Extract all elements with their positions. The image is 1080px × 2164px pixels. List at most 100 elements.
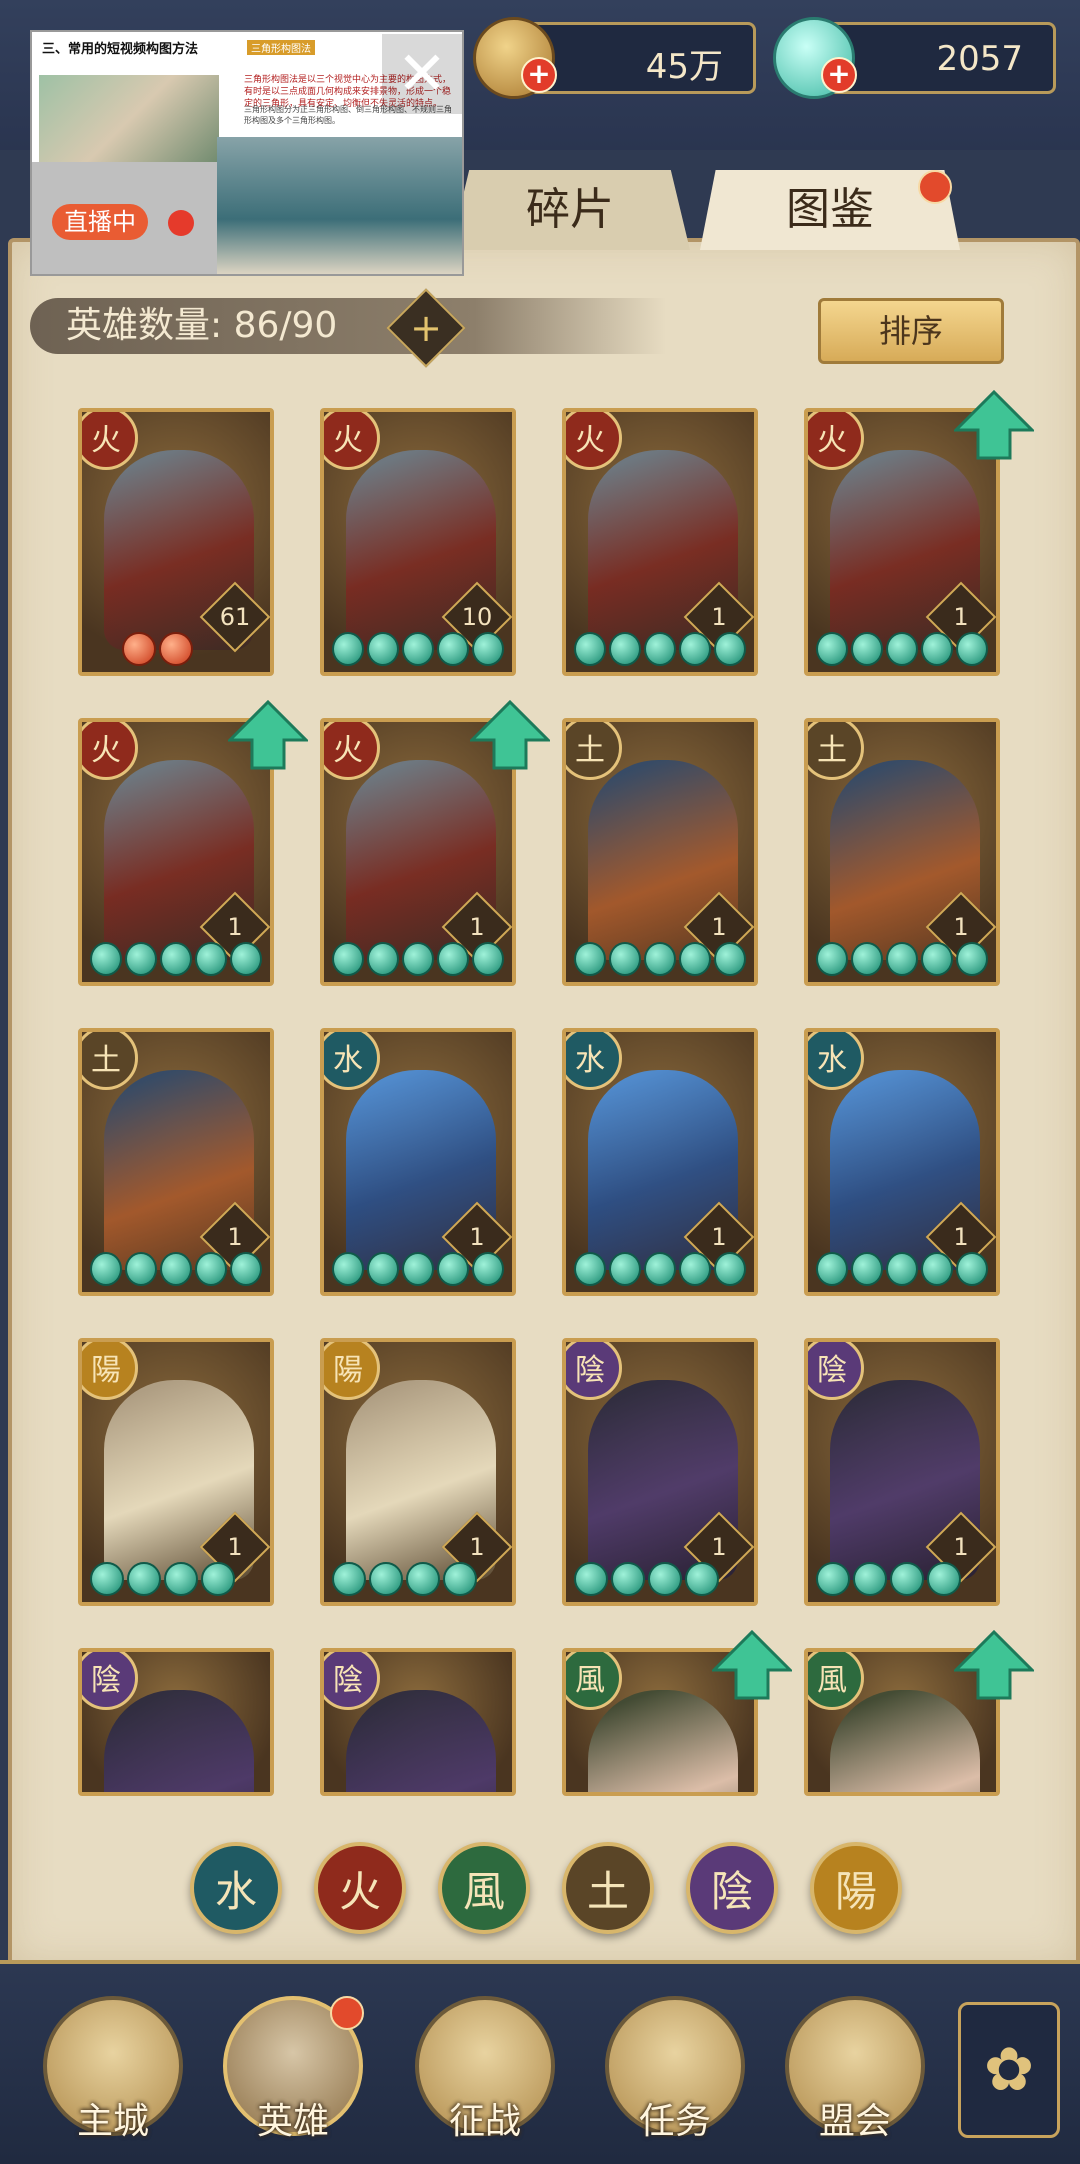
star-icon <box>921 942 953 976</box>
hero-card[interactable]: 土1 <box>804 718 1000 986</box>
hero-portrait <box>346 1690 496 1792</box>
star-icon <box>332 1562 366 1596</box>
star-icon <box>644 632 676 666</box>
hero-card[interactable]: 火 10 <box>320 408 516 676</box>
star-icon <box>230 1252 262 1286</box>
hero-card[interactable]: 陽1 <box>320 1338 516 1606</box>
element-badge: 陽 <box>324 1342 380 1400</box>
star-icon <box>472 942 504 976</box>
star-icon <box>886 1252 918 1286</box>
element-badge: 陰 <box>808 1342 864 1400</box>
hero-card[interactable]: 水1 <box>562 1028 758 1296</box>
star-row <box>816 632 988 666</box>
star-icon <box>956 942 988 976</box>
star-icon <box>851 1252 883 1286</box>
star-icon <box>437 942 469 976</box>
hero-card[interactable]: 水1 <box>320 1028 516 1296</box>
star-row <box>122 632 262 666</box>
star-icon <box>125 942 157 976</box>
star-icon <box>816 1562 850 1596</box>
star-icon <box>195 1252 227 1286</box>
star-icon <box>644 942 676 976</box>
menu-button[interactable]: ✿ <box>958 2002 1060 2138</box>
star-icon <box>406 1562 440 1596</box>
star-icon <box>886 942 918 976</box>
hero-card[interactable]: 土1 <box>562 718 758 986</box>
star-icon <box>714 942 746 976</box>
element-badge: 火 <box>82 722 138 780</box>
star-icon <box>851 942 883 976</box>
hero-portrait <box>104 1690 254 1792</box>
nav-main-city[interactable]: 主城 <box>38 1996 188 2146</box>
star-icon <box>443 1562 477 1596</box>
hero-card[interactable]: 陰1 <box>804 1338 1000 1606</box>
hero-card[interactable]: 水1 <box>804 1028 1000 1296</box>
star-icon <box>927 1562 961 1596</box>
nav-label: 征战 <box>448 2101 521 2142</box>
nav-battle[interactable]: 征战 <box>410 1996 560 2146</box>
star-icon <box>679 632 711 666</box>
nav-guild[interactable]: 盟会 <box>780 1996 930 2146</box>
star-icon <box>609 632 641 666</box>
star-icon <box>679 942 711 976</box>
hero-card[interactable]: 土1 <box>78 1028 274 1296</box>
coin-value: 45万 <box>645 47 723 87</box>
star-row <box>574 1252 746 1286</box>
doc-title: 三、常用的短视频构图方法 <box>42 42 199 57</box>
star-row <box>332 1562 504 1596</box>
filter-water[interactable]: 水 <box>190 1842 282 1934</box>
close-icon[interactable]: ✕ <box>382 34 462 114</box>
hero-count-label: 英雄数量: <box>66 305 223 346</box>
star-icon <box>201 1562 235 1596</box>
star-icon <box>956 632 988 666</box>
filter-wind[interactable]: 風 <box>438 1842 530 1934</box>
star-icon <box>611 1562 645 1596</box>
element-badge: 火 <box>566 412 622 470</box>
hero-card[interactable]: 陰 <box>78 1648 274 1796</box>
element-badge: 火 <box>324 722 380 780</box>
star-icon <box>685 1562 719 1596</box>
star-icon <box>609 1252 641 1286</box>
upgrade-arrow-icon <box>468 699 552 770</box>
star-row <box>574 632 746 666</box>
star-row <box>816 942 988 976</box>
star-icon <box>648 1562 682 1596</box>
star-icon <box>160 1252 192 1286</box>
live-stream-overlay[interactable]: 三、常用的短视频构图方法 三角形构图法 三角形构图法是以三个视觉中心为主要的构图… <box>30 30 464 276</box>
tab-fragments[interactable]: 碎片 <box>450 170 690 250</box>
hero-count-value: 86/90 <box>233 305 338 346</box>
element-badge: 火 <box>808 412 864 470</box>
star-icon <box>332 1252 364 1286</box>
hero-card[interactable]: 陰1 <box>562 1338 758 1606</box>
element-badge: 土 <box>566 722 622 780</box>
hero-card[interactable]: 火1 <box>562 408 758 676</box>
star-icon <box>472 632 504 666</box>
hero-portrait <box>830 1690 980 1792</box>
filter-earth[interactable]: 土 <box>562 1842 654 1934</box>
star-icon <box>679 1252 711 1286</box>
sort-button[interactable]: 排序 <box>818 298 1004 364</box>
star-icon <box>90 1562 124 1596</box>
nav-label: 盟会 <box>818 2101 891 2142</box>
landscape-photo <box>217 137 462 274</box>
star-row <box>574 1562 746 1596</box>
nav-tasks[interactable]: 任务 <box>600 1996 750 2146</box>
notification-dot <box>918 170 952 204</box>
star-row <box>90 942 262 976</box>
filter-fire[interactable]: 火 <box>314 1842 406 1934</box>
filter-yang[interactable]: 陽 <box>810 1842 902 1934</box>
hero-card[interactable]: 火 61 <box>78 408 274 676</box>
star-row <box>332 942 504 976</box>
thumbnail-photo <box>36 72 222 168</box>
add-jade-button[interactable]: + <box>821 57 857 93</box>
star-icon <box>644 1252 676 1286</box>
hero-card[interactable]: 陽1 <box>78 1338 274 1606</box>
star-icon <box>159 632 193 666</box>
hero-card[interactable]: 陰 <box>320 1648 516 1796</box>
coin-currency[interactable]: + 45万 <box>473 17 756 99</box>
filter-yin[interactable]: 陰 <box>686 1842 778 1934</box>
star-icon <box>164 1562 198 1596</box>
record-dot <box>168 210 194 236</box>
add-coin-button[interactable]: + <box>521 57 557 93</box>
jade-currency[interactable]: + 2057 <box>773 17 1056 99</box>
